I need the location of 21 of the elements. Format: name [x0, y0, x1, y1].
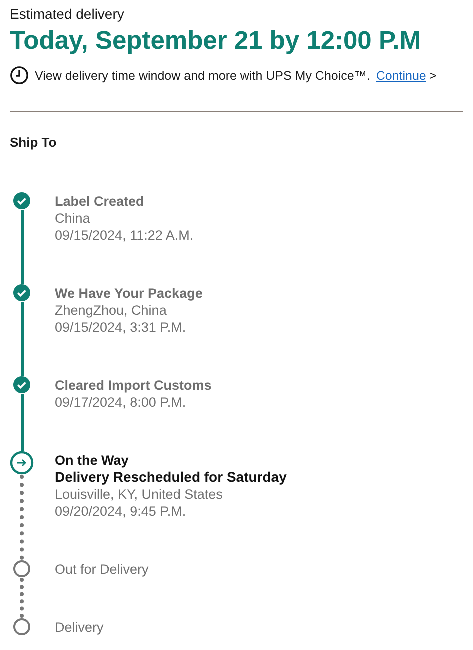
- continue-link[interactable]: Continue: [376, 68, 426, 82]
- step-detail: ZhengZhou, China: [55, 302, 168, 319]
- step-title: Cleared Import Customs: [55, 377, 212, 394]
- step-detail: 09/20/2024, 9:45 P.M.: [55, 503, 188, 520]
- step-detail: 09/15/2024, 3:31 P.M.: [55, 319, 188, 336]
- notice-text: View delivery time window and more with UPS My Choice™.: [35, 68, 370, 82]
- arrow-text: >: [429, 68, 437, 82]
- step-detail: China: [55, 210, 92, 227]
- delivery-date: Today, September 21 by 12:00 P.M: [10, 27, 422, 56]
- step-detail: 09/15/2024, 11:22 A.M.: [55, 227, 194, 244]
- estimate-label: Estimated delivery: [10, 6, 126, 22]
- step-title: On the Way: [55, 452, 130, 469]
- step-title: Label Created: [55, 193, 146, 210]
- ship-to-label: Ship To: [10, 135, 58, 150]
- step-title: We Have Your Package: [55, 285, 203, 302]
- step-detail: 09/17/2024, 8:00 P.M.: [55, 394, 188, 411]
- step-detail: Louisville, KY, United States: [55, 486, 224, 503]
- step-subtitle: Delivery Rescheduled for Saturday: [55, 469, 287, 486]
- step-title: Delivery: [55, 619, 104, 636]
- step-title: Out for Delivery: [55, 561, 149, 578]
- clock-icon: [10, 66, 29, 85]
